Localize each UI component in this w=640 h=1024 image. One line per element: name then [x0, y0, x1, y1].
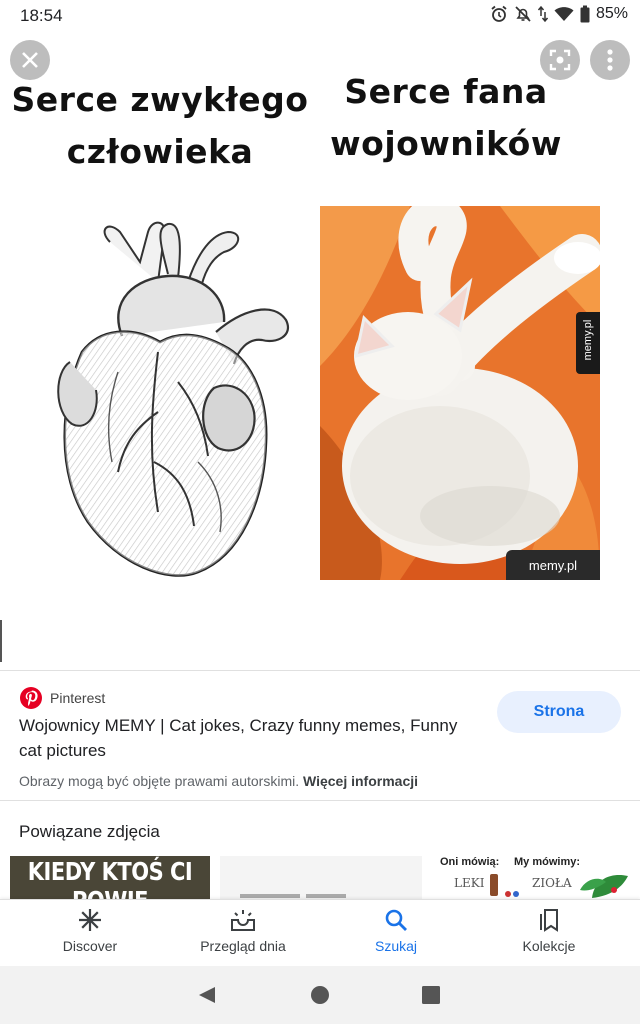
- more-options-button[interactable]: [590, 40, 630, 80]
- nav-szukaj-label: Szukaj: [374, 938, 418, 954]
- close-button[interactable]: [10, 40, 50, 80]
- nav-szukaj[interactable]: Szukaj: [316, 908, 476, 964]
- nav-discover[interactable]: Discover: [10, 908, 170, 964]
- home-icon[interactable]: [310, 985, 330, 1005]
- thumb-label-b: My mówimy:: [514, 856, 581, 868]
- battery-icon: [580, 5, 590, 23]
- pinterest-icon: [20, 687, 42, 709]
- cat-photo: memy.pl memy.pl: [320, 206, 600, 580]
- status-time: 18:54: [20, 6, 63, 25]
- nav-kolekcje[interactable]: Kolekcje: [469, 908, 629, 964]
- edge-mark: [0, 620, 2, 662]
- status-icons: 85%: [490, 5, 628, 23]
- recents-icon[interactable]: [421, 985, 441, 1005]
- status-bar: 18:54 85%: [0, 0, 640, 32]
- related-thumb[interactable]: [220, 856, 422, 900]
- data-icon: [537, 5, 548, 23]
- mute-icon: [514, 5, 532, 23]
- more-vert-icon: [607, 49, 613, 71]
- watermark-side-text: memy.pl: [582, 319, 594, 361]
- nav-discover-label: Discover: [62, 938, 118, 954]
- divider: [0, 800, 640, 801]
- image-viewer[interactable]: Serce zwykłego człowieka Serce fana wojo…: [0, 32, 640, 668]
- close-icon: [22, 52, 38, 68]
- lens-icon: [549, 49, 571, 71]
- related-thumb[interactable]: KIEDY KTOŚ CI POWIE: [10, 856, 210, 900]
- collections-icon: [540, 909, 558, 932]
- system-navigation-bar: [0, 966, 640, 1024]
- asterisk-icon: [79, 909, 101, 931]
- source-name: Pinterest: [50, 690, 106, 706]
- inbox-sun-icon: [231, 910, 255, 931]
- nav-przeglad-label: Przegląd dnia: [200, 938, 286, 954]
- lens-button[interactable]: [540, 40, 580, 80]
- copyright-notice: Obrazy mogą być objęte prawami autorskim…: [19, 773, 418, 789]
- watermark-side: memy.pl: [576, 312, 600, 374]
- watermark-bottom: memy.pl: [506, 550, 600, 580]
- bottom-navigation: Discover Przegląd dnia Szukaj Kolekcje: [0, 899, 640, 966]
- wifi-icon: [554, 5, 574, 23]
- visit-page-button[interactable]: Strona: [497, 691, 621, 733]
- back-icon[interactable]: [197, 985, 217, 1005]
- thumb-label-a: Oni mówią:: [440, 856, 500, 868]
- heart-drawing: [48, 212, 300, 584]
- nav-kolekcje-label: Kolekcje: [522, 938, 576, 954]
- meme-caption-right: Serce fana wojowników: [330, 72, 562, 163]
- source-row[interactable]: Pinterest: [20, 687, 105, 709]
- more-info-link[interactable]: Więcej informacji: [303, 773, 418, 789]
- related-thumb[interactable]: Oni mówią: My mówimy: LEKI ZIOŁA: [432, 856, 632, 900]
- related-title: Powiązane zdjęcia: [19, 822, 160, 841]
- result-info: Pinterest Wojownicy MEMY | Cat jokes, Cr…: [0, 670, 640, 801]
- nav-przeglad-dnia[interactable]: Przegląd dnia: [163, 908, 323, 964]
- herbs-illustration: [490, 874, 628, 898]
- meme-caption-left: Serce zwykłego człowieka: [11, 80, 309, 171]
- copyright-text: Obrazy mogą być objęte prawami autorskim…: [19, 773, 300, 789]
- alarm-icon: [490, 5, 508, 23]
- related-thumb-text: KIEDY KTOŚ CI POWIE: [27, 857, 193, 900]
- thumb-word-a: LEKI: [454, 876, 485, 890]
- search-icon: [385, 909, 407, 931]
- related-images: KIEDY KTOŚ CI POWIE Oni mówią: My mówimy…: [0, 856, 640, 900]
- battery-percent: 85%: [595, 5, 628, 22]
- result-title[interactable]: Wojownicy MEMY | Cat jokes, Crazy funny …: [19, 713, 484, 763]
